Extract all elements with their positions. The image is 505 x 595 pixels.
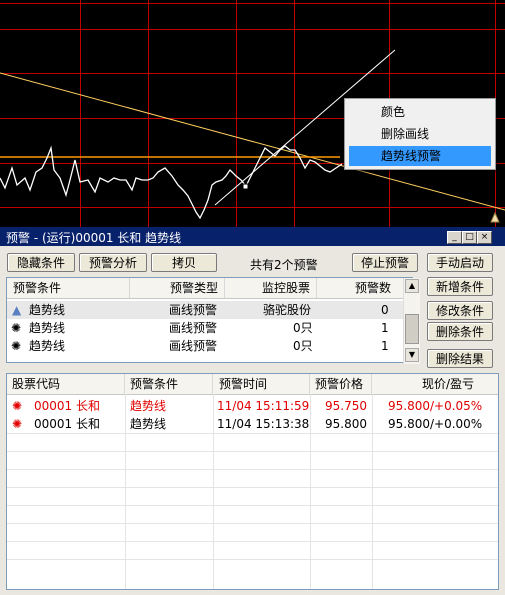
alert-count-summary: 共有2个预警 xyxy=(250,258,318,272)
menu-item-trendline-alert[interactable]: 趋势线预警 xyxy=(349,146,491,166)
delete-results-button[interactable]: 删除结果 xyxy=(427,349,493,368)
conditions-table-header: 预警条件 预警类型 监控股票 预警数 xyxy=(7,278,403,299)
col-header-count[interactable]: 预警数 xyxy=(317,278,403,298)
result-code: 00001 长和 xyxy=(34,399,100,413)
stop-alert-button[interactable]: 停止预警 xyxy=(352,253,418,272)
grid-line xyxy=(7,559,498,560)
grid-line xyxy=(7,451,498,452)
warning-triangle-icon: ▲ xyxy=(12,303,22,317)
result-now: 95.800/+0.00% xyxy=(388,417,483,431)
col-header-price[interactable]: 预警价格 xyxy=(310,374,372,394)
scroll-up-icon[interactable]: ▲ xyxy=(405,279,419,293)
add-condition-button[interactable]: 新增条件 xyxy=(427,277,493,296)
result-now: 95.800/+0.05% xyxy=(388,399,483,413)
conditions-table: 预警条件 预警类型 监控股票 预警数 ▲ 趋势线 画线预警 骆驼股份 0 ✺ 趋… xyxy=(6,277,420,364)
chart-context-menu: 颜色 删除画线 趋势线预警 xyxy=(344,98,496,170)
col-header-time[interactable]: 预警时间 xyxy=(213,374,310,394)
condition-name: 趋势线 xyxy=(29,321,66,335)
condition-stock: 骆驼股份 xyxy=(263,303,312,317)
result-time: 11/04 15:11:59 xyxy=(217,399,310,413)
grid-line xyxy=(7,487,498,488)
grid-line xyxy=(7,541,498,542)
edit-condition-button[interactable]: 修改条件 xyxy=(427,301,493,320)
maximize-button[interactable]: □ xyxy=(462,231,477,244)
condition-row[interactable]: ▲ 趋势线 画线预警 骆驼股份 0 xyxy=(7,301,403,319)
result-condition: 趋势线 xyxy=(130,399,167,413)
grid-line xyxy=(7,469,498,470)
manual-start-button[interactable]: 手动启动 xyxy=(427,253,493,272)
condition-name: 趋势线 xyxy=(29,339,66,353)
condition-stock: 0只 xyxy=(293,321,313,335)
result-code: 00001 长和 xyxy=(34,417,100,431)
conditions-scrollbar[interactable]: ▲ ▼ xyxy=(403,278,420,364)
col-header-stock[interactable]: 监控股票 xyxy=(225,278,317,298)
result-condition: 趋势线 xyxy=(130,417,167,431)
result-time: 11/04 15:13:38 xyxy=(217,417,310,431)
condition-count: 1 xyxy=(381,321,389,335)
condition-name: 趋势线 xyxy=(29,303,66,317)
delete-condition-button[interactable]: 删除条件 xyxy=(427,322,493,341)
sun-alert-icon: ✺ xyxy=(11,339,22,353)
alert-window: 预警 - (运行)00001 长和 趋势线 _ □ × 隐藏条件 预警分析 拷贝… xyxy=(0,227,505,595)
window-title-bar[interactable]: 预警 - (运行)00001 长和 趋势线 _ □ × xyxy=(0,227,505,246)
condition-count: 0 xyxy=(381,303,389,317)
result-row[interactable]: ✺ 00001 长和 趋势线 11/04 15:13:38 95.800 95.… xyxy=(7,415,498,433)
scroll-thumb[interactable] xyxy=(405,314,419,344)
grid-line xyxy=(7,433,498,434)
condition-count: 1 xyxy=(381,339,389,353)
scroll-down-icon[interactable]: ▼ xyxy=(405,348,419,362)
col-header-condition[interactable]: 预警条件 xyxy=(125,374,213,394)
col-header-type[interactable]: 预警类型 xyxy=(130,278,225,298)
hide-conditions-button[interactable]: 隐藏条件 xyxy=(7,253,75,272)
grid-line xyxy=(7,505,498,506)
menu-item-delete-line[interactable]: 删除画线 xyxy=(349,124,491,144)
sun-alert-icon: ✺ xyxy=(11,321,22,335)
col-header-code[interactable]: 股票代码 xyxy=(7,374,125,394)
condition-row[interactable]: ✺ 趋势线 画线预警 0只 1 xyxy=(7,319,403,337)
copy-button[interactable]: 拷贝 xyxy=(151,253,217,272)
col-header-now[interactable]: 现价/盈亏 xyxy=(372,374,498,394)
sun-alert-icon: ✺ xyxy=(12,417,23,431)
results-table-header: 股票代码 预警条件 预警时间 预警价格 现价/盈亏 xyxy=(7,374,498,395)
alert-marker-icon[interactable] xyxy=(490,211,500,223)
col-header-condition[interactable]: 预警条件 xyxy=(7,278,130,298)
condition-type: 画线预警 xyxy=(169,321,218,335)
results-table: 股票代码 预警条件 预警时间 预警价格 现价/盈亏 ✺ 00001 长和 趋势线… xyxy=(6,373,499,590)
result-price: 95.800 xyxy=(325,417,367,431)
alert-analysis-button[interactable]: 预警分析 xyxy=(79,253,147,272)
condition-stock: 0只 xyxy=(293,339,313,353)
minimize-button[interactable]: _ xyxy=(447,231,462,244)
grid-line xyxy=(7,523,498,524)
menu-item-color[interactable]: 颜色 xyxy=(349,102,491,122)
result-price: 95.750 xyxy=(325,399,367,413)
condition-row[interactable]: ✺ 趋势线 画线预警 0只 1 xyxy=(7,337,403,355)
trend-line-anchor-handle[interactable] xyxy=(242,183,249,190)
window-title: 预警 - (运行)00001 长和 趋势线 xyxy=(6,231,182,245)
result-row[interactable]: ✺ 00001 长和 趋势线 11/04 15:11:59 95.750 95.… xyxy=(7,397,498,415)
sun-alert-icon: ✺ xyxy=(12,399,23,413)
close-button[interactable]: × xyxy=(477,231,492,244)
condition-type: 画线预警 xyxy=(169,303,218,317)
condition-type: 画线预警 xyxy=(169,339,218,353)
